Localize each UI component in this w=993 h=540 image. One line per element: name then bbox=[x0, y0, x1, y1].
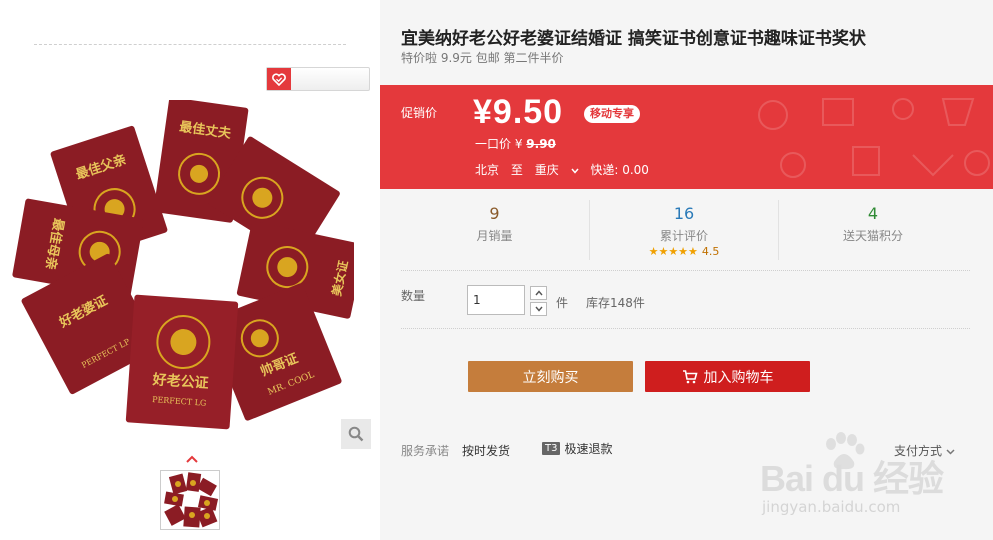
stat-monthly-sales: 9 月销量 bbox=[400, 200, 589, 260]
ship-to-select[interactable]: 重庆 bbox=[535, 163, 579, 177]
divider bbox=[401, 270, 970, 271]
stat-value: 16 bbox=[673, 204, 695, 223]
shipping-fee: 快递: 0.00 bbox=[590, 163, 649, 177]
product-main-image[interactable]: 最佳父亲 最佳丈夫 最佳母亲 美女证 好老婆证 PERFECT LP 帅哥证 M… bbox=[6, 100, 354, 438]
image-gallery: 最佳父亲 最佳丈夫 最佳母亲 美女证 好老婆证 PERFECT LP 帅哥证 M… bbox=[0, 0, 380, 540]
ship-from: 北京 bbox=[475, 163, 500, 177]
add-to-cart-button[interactable]: 加入购物车 bbox=[645, 361, 810, 392]
chevron-down-icon bbox=[570, 168, 579, 174]
quantity-decrease-button[interactable] bbox=[530, 302, 547, 316]
rating-stars: ★★★★★ 4.5 bbox=[590, 245, 778, 258]
watermark-url: jingyan.baidu.com bbox=[762, 498, 901, 516]
product-title: 宜美纳好老公好老婆证结婚证 搞笑证书创意证书趣味证书奖状 bbox=[401, 29, 866, 49]
chevron-up-icon bbox=[534, 290, 543, 296]
stat-caption: 送天猫积分 bbox=[842, 229, 903, 243]
stat-value: 4 bbox=[867, 204, 879, 223]
buy-now-button[interactable]: 立刻购买 bbox=[468, 361, 633, 392]
original-price-label: 一口价 ¥ bbox=[475, 137, 523, 151]
fast-refund-label: 极速退款 bbox=[564, 442, 613, 456]
ship-to-word: 至 bbox=[510, 163, 523, 177]
decorative-pattern bbox=[758, 98, 990, 178]
stat-caption: 累计评价 bbox=[659, 229, 708, 243]
quantity-input[interactable] bbox=[467, 285, 525, 315]
stat-reviews[interactable]: 16 累计评价 ★★★★★ 4.5 bbox=[589, 200, 778, 260]
cart-icon bbox=[682, 369, 698, 383]
quantity-unit: 件 bbox=[556, 296, 569, 310]
divider bbox=[401, 328, 970, 329]
ship-to: 重庆 bbox=[534, 163, 559, 177]
gallery-divider bbox=[34, 44, 346, 45]
heart-icon bbox=[267, 68, 291, 90]
shipping-line: 北京 至 重庆 快递: 0.00 bbox=[475, 161, 657, 178]
chevron-up-icon[interactable] bbox=[186, 455, 198, 463]
promo-panel: 促销价 ¥9.50 移动专享 一口价 ¥ 9.90 北京 至 重庆 快递: 0.… bbox=[380, 85, 993, 189]
add-to-cart-label: 加入购物车 bbox=[703, 369, 774, 386]
quantity-label: 数量 bbox=[401, 289, 426, 303]
promo-price: ¥9.50 bbox=[473, 93, 564, 131]
t3-badge-icon: T3 bbox=[542, 442, 561, 455]
mobile-exclusive-badge: 移动专享 bbox=[584, 105, 640, 123]
stat-points: 4 送天猫积分 bbox=[778, 200, 967, 260]
chevron-down-icon bbox=[534, 306, 543, 312]
product-page: 最佳父亲 最佳丈夫 最佳母亲 美女证 好老婆证 PERFECT LP 帅哥证 M… bbox=[0, 0, 993, 540]
stats-bar: 9 月销量 16 累计评价 ★★★★★ 4.5 4 送天猫积分 bbox=[380, 200, 993, 260]
thumbnail-image[interactable] bbox=[160, 470, 220, 530]
service-label: 服务承诺 bbox=[401, 444, 450, 458]
stock-count: 库存148件 bbox=[586, 296, 645, 310]
original-price-line: 一口价 ¥ 9.90 bbox=[475, 135, 556, 152]
baidu-jingyan-watermark: Bai du 经验 jingyan.baidu.com bbox=[760, 432, 960, 524]
quantity-increase-button[interactable] bbox=[530, 286, 547, 300]
service-on-time-delivery[interactable]: 按时发货 bbox=[462, 442, 510, 459]
favorite-button[interactable] bbox=[266, 67, 370, 91]
service-fast-refund[interactable]: T3 极速退款 bbox=[542, 440, 613, 457]
original-price: 9.90 bbox=[526, 137, 556, 151]
watermark-brand: Bai du 经验 bbox=[760, 458, 944, 499]
stat-value: 9 bbox=[489, 204, 500, 223]
rating-score: 4.5 bbox=[701, 245, 720, 258]
star-icons: ★★★★★ bbox=[648, 245, 698, 258]
magnifier-icon bbox=[348, 426, 364, 442]
product-subtitle: 特价啦 9.9元 包邮 第二件半价 bbox=[401, 51, 564, 65]
zoom-button[interactable] bbox=[341, 419, 371, 449]
promo-label: 促销价 bbox=[401, 106, 438, 120]
stat-caption: 月销量 bbox=[476, 229, 513, 243]
